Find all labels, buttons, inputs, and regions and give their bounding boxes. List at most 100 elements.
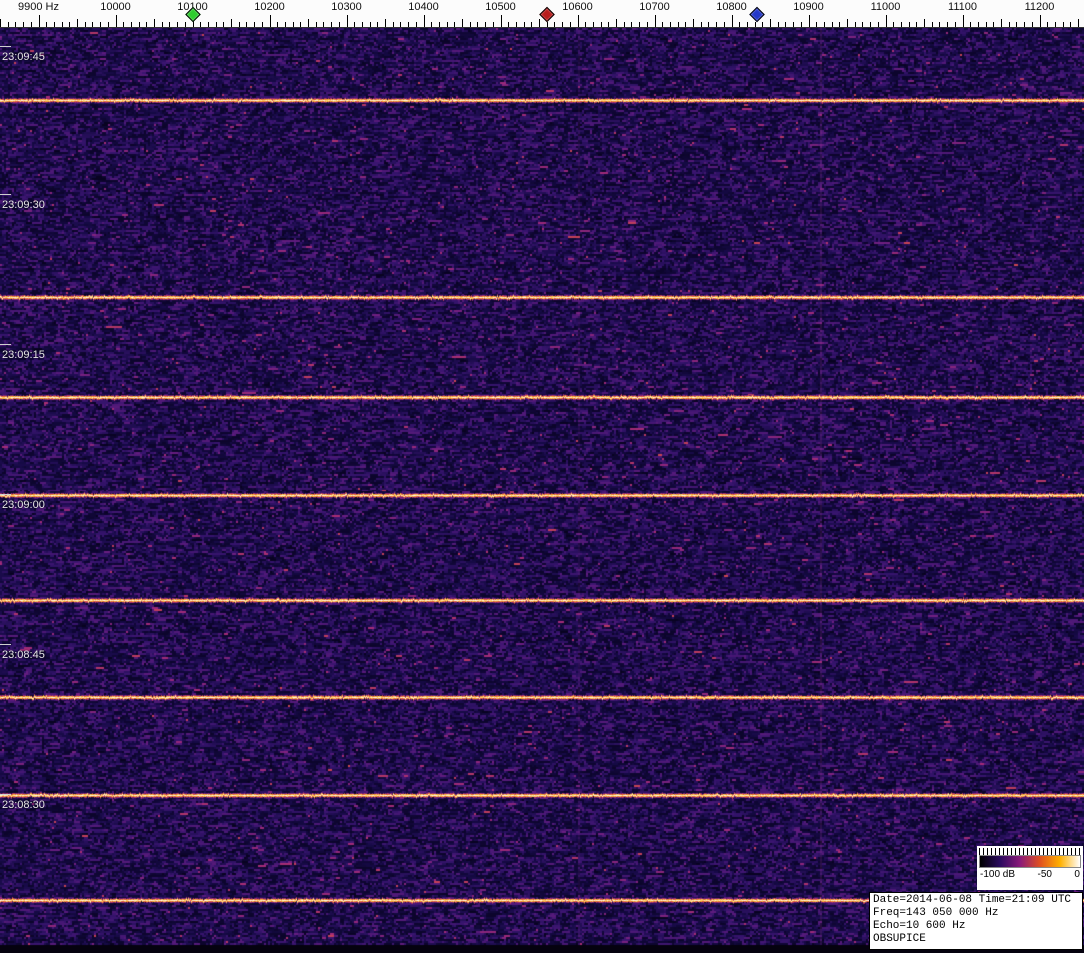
- ruler-tick: [801, 22, 802, 27]
- ruler-tick: [785, 22, 786, 27]
- ruler-tick: [385, 19, 386, 27]
- ruler-tick: [516, 22, 517, 27]
- ruler-tick: [847, 19, 848, 27]
- ruler-tick: [739, 22, 740, 27]
- ruler-tick: [339, 22, 340, 27]
- ruler-tick: [832, 22, 833, 27]
- ruler-tick: [493, 22, 494, 27]
- ruler-tick: [508, 22, 509, 27]
- ruler-tick: [593, 22, 594, 27]
- ruler-tick: [1078, 19, 1079, 27]
- ruler-tick: [793, 22, 794, 27]
- ruler-tick: [370, 22, 371, 27]
- ruler-tick: [570, 22, 571, 27]
- frequency-ruler[interactable]: 9900 Hz100001010010200103001040010500106…: [0, 0, 1084, 28]
- ruler-frequency-label: 10200: [254, 1, 285, 13]
- ruler-tick: [955, 22, 956, 27]
- ruler-tick: [939, 22, 940, 27]
- ruler-tick: [316, 22, 317, 27]
- ruler-tick: [932, 22, 933, 27]
- ruler-frequency-label: 11100: [948, 1, 977, 13]
- ruler-tick: [424, 15, 425, 27]
- ruler-tick: [993, 22, 994, 27]
- ruler-tick: [39, 15, 40, 27]
- ruler-tick: [454, 22, 455, 27]
- ruler-tick: [916, 22, 917, 27]
- ruler-tick: [616, 19, 617, 27]
- ruler-tick: [670, 22, 671, 27]
- ruler-tick: [116, 15, 117, 27]
- ruler-tick: [978, 22, 979, 27]
- ruler-tick: [809, 15, 810, 27]
- ruler-tick: [300, 22, 301, 27]
- ruler-tick: [1047, 22, 1048, 27]
- ruler-tick: [439, 22, 440, 27]
- ruler-tick: [223, 22, 224, 27]
- ruler-tick: [200, 22, 201, 27]
- ruler-tick: [0, 19, 1, 27]
- ruler-tick: [246, 22, 247, 27]
- ruler-frequency-label: 10500: [485, 1, 516, 13]
- ruler-tick: [578, 15, 579, 27]
- ruler-tick: [608, 22, 609, 27]
- ruler-tick: [862, 22, 863, 27]
- ruler-tick: [239, 22, 240, 27]
- ruler-tick: [855, 22, 856, 27]
- ruler-tick: [85, 22, 86, 27]
- ruler-tick: [909, 22, 910, 27]
- colorbar-label-mid: -50: [1038, 868, 1052, 882]
- colorbar-panel: -100 dB -50 0: [977, 846, 1083, 890]
- colorbar-gradient: [979, 855, 1081, 868]
- ruler-frequency-label: 10900: [793, 1, 824, 13]
- blue-marker-diamond-icon[interactable]: [749, 7, 765, 23]
- ruler-tick: [1001, 19, 1002, 27]
- ruler-tick: [624, 22, 625, 27]
- ruler-tick: [639, 22, 640, 27]
- ruler-tick: [886, 15, 887, 27]
- ruler-tick: [216, 22, 217, 27]
- ruler-tick: [447, 22, 448, 27]
- ruler-tick: [1070, 22, 1071, 27]
- ruler-tick: [485, 22, 486, 27]
- ruler-frequency-label: 10400: [408, 1, 439, 13]
- colorbar-labels: -100 dB -50 0: [979, 868, 1081, 882]
- info-box: Date=2014-06-08 Time=21:09 UTC Freq=143 …: [869, 892, 1083, 950]
- ruler-frequency-label: 11000: [871, 1, 901, 13]
- red-marker-diamond-icon[interactable]: [539, 7, 555, 23]
- spectrogram-canvas[interactable]: [0, 28, 1084, 953]
- ruler-tick: [354, 22, 355, 27]
- ruler-tick: [755, 22, 756, 27]
- info-date-time: Date=2014-06-08 Time=21:09 UTC: [873, 894, 1079, 907]
- info-observer: OBSUPICE: [873, 933, 1079, 946]
- ruler-tick: [185, 22, 186, 27]
- ruler-tick: [601, 22, 602, 27]
- ruler-tick: [539, 19, 540, 27]
- ruler-frequency-label: 11200: [1025, 1, 1055, 13]
- ruler-tick: [901, 22, 902, 27]
- ruler-tick: [655, 15, 656, 27]
- ruler-tick: [585, 22, 586, 27]
- ruler-tick: [377, 22, 378, 27]
- ruler-tick: [1055, 22, 1056, 27]
- ruler-tick: [770, 19, 771, 27]
- ruler-tick: [647, 22, 648, 27]
- ruler-tick: [146, 22, 147, 27]
- colorbar-ticks: [979, 848, 1081, 855]
- ruler-tick: [970, 22, 971, 27]
- ruler-tick: [231, 19, 232, 27]
- ruler-tick: [732, 15, 733, 27]
- ruler-tick: [893, 22, 894, 27]
- ruler-tick: [416, 22, 417, 27]
- ruler-tick: [262, 22, 263, 27]
- ruler-frequency-label: 10000: [100, 1, 131, 13]
- waterfall-display: 9900 Hz100001010010200103001040010500106…: [0, 0, 1084, 953]
- ruler-tick: [462, 19, 463, 27]
- ruler-tick: [347, 15, 348, 27]
- ruler-tick: [293, 22, 294, 27]
- ruler-tick: [408, 22, 409, 27]
- ruler-tick: [46, 22, 47, 27]
- ruler-tick: [8, 22, 9, 27]
- ruler-tick: [693, 19, 694, 27]
- ruler-tick: [562, 22, 563, 27]
- ruler-frequency-label: 10800: [716, 1, 747, 13]
